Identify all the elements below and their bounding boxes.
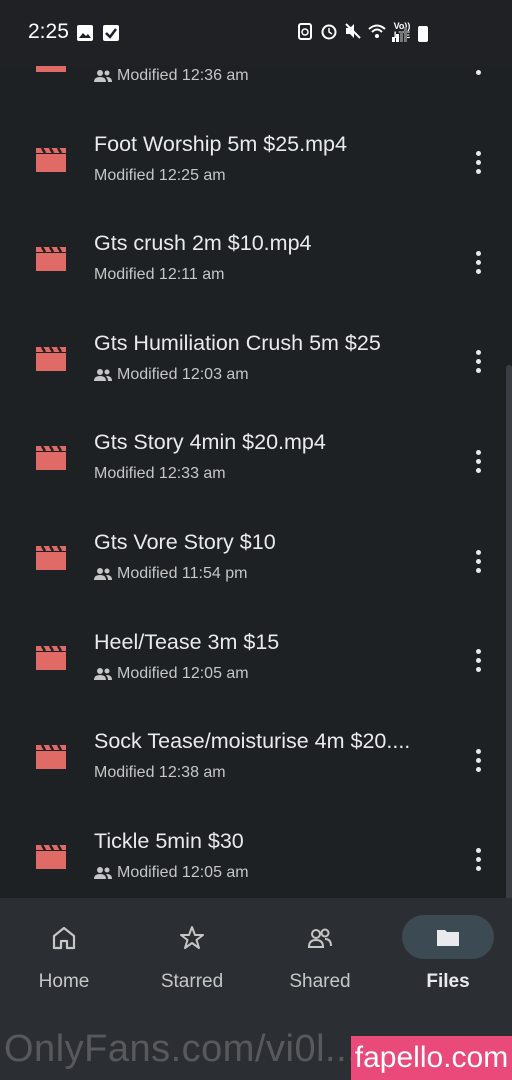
check-box-icon xyxy=(103,25,119,41)
file-name: Gts crush 2m $10.mp4 xyxy=(94,231,312,256)
file-name: Gts Story 4min $20.mp4 xyxy=(94,430,326,455)
file-row[interactable]: Sock Tease/moisturise 4m $20.... Modified… xyxy=(0,659,512,781)
nav-starred[interactable]: Starred xyxy=(128,898,256,1018)
mute-icon xyxy=(345,23,361,39)
nav-label: Files xyxy=(426,971,470,992)
watermark: OnlyFans.com/vi0l... xyxy=(4,1028,359,1070)
file-row[interactable]: Gts crush 2m $10.mp4 Modified 12:11 am xyxy=(0,161,512,283)
file-name: Heel/Tease 3m $15 xyxy=(94,629,280,654)
nav-label: Starred xyxy=(160,971,224,992)
modified-text: Modified 12:05 am xyxy=(117,863,249,881)
more-options-button[interactable] xyxy=(466,842,490,878)
people-icon xyxy=(307,928,332,948)
file-list[interactable]: Footage clip...Modified 12:36 amFoot Wor… xyxy=(0,0,512,900)
file-name: Tickle 5min $30 xyxy=(94,828,244,853)
file-modified: Modified 12:05 am xyxy=(94,864,249,882)
file-row[interactable]: Tickle 5min $30 Modified 12:05 am xyxy=(0,759,512,881)
battery-icon xyxy=(418,26,428,42)
file-name: Foot Worship 5m $25.mp4 xyxy=(94,131,347,156)
file-row[interactable]: Gts Story 4min $20.mp4 Modified 12:33 am xyxy=(0,360,512,482)
folder-icon xyxy=(437,930,459,946)
nav-label: Home xyxy=(38,971,90,992)
file-name: Gts Vore Story $10 xyxy=(94,530,276,554)
status-bar: 2:25 Vo)) LTE xyxy=(0,0,512,66)
scrollbar[interactable] xyxy=(506,365,512,900)
video-file-icon xyxy=(36,844,66,869)
home-icon xyxy=(52,926,76,950)
file-row[interactable]: Gts Vore Story $10 Modified 11:54 pm xyxy=(0,460,512,582)
image-icon xyxy=(77,25,93,41)
file-row[interactable]: Heel/Tease 3m $15 Modified 12:05 am xyxy=(0,560,512,682)
nav-files[interactable]: Files xyxy=(384,898,512,1018)
alarm-icon xyxy=(321,24,337,40)
status-time: 2:25 xyxy=(28,20,69,43)
nav-home[interactable]: Home xyxy=(0,898,128,1018)
file-name: Gts Humiliation Crush 5m $25 xyxy=(94,330,381,355)
site-badge: fapello.com xyxy=(351,1036,512,1080)
file-row[interactable]: Foot Worship 5m $25.mp4 Modified 12:25 am xyxy=(0,62,512,184)
recycle-icon xyxy=(298,23,312,40)
wifi-icon xyxy=(368,24,386,38)
file-row[interactable]: Gts Humiliation Crush 5m $25 Modified 12:… xyxy=(0,261,512,383)
star-icon xyxy=(180,926,204,949)
shared-icon xyxy=(94,866,112,879)
nav-shared[interactable]: Shared xyxy=(256,898,384,1018)
nav-label: Shared xyxy=(289,971,351,992)
file-name: Sock Tease/moisturise 4m $20.... xyxy=(94,729,411,754)
signal-icon xyxy=(392,27,407,42)
